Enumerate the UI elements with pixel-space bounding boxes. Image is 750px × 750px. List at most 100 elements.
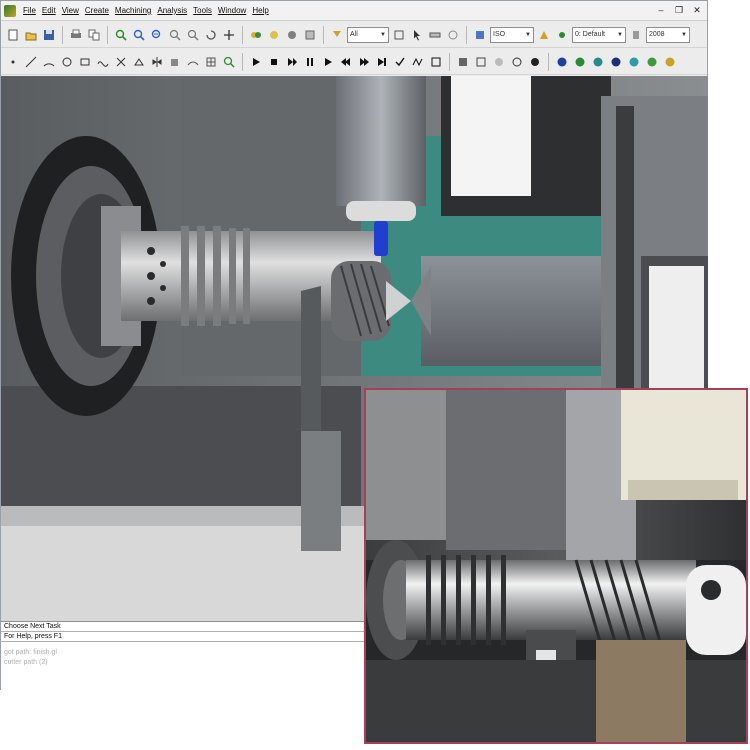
teal-sphere-icon[interactable]	[590, 54, 606, 70]
new-file-icon[interactable]	[5, 27, 21, 43]
navy-sphere-icon[interactable]	[608, 54, 624, 70]
wireframe-icon[interactable]	[266, 27, 282, 43]
close-button[interactable]: ✕	[691, 4, 703, 16]
post-icon[interactable]	[428, 54, 444, 70]
menu-machining[interactable]: Machining	[112, 6, 154, 15]
real-machine-photo-render	[366, 390, 746, 742]
wcs-icon[interactable]	[536, 27, 552, 43]
pause-icon[interactable]	[302, 54, 318, 70]
rectangle-icon[interactable]	[77, 54, 93, 70]
hidden-line-icon[interactable]	[473, 54, 489, 70]
circle-icon[interactable]	[59, 54, 75, 70]
end-icon[interactable]	[374, 54, 390, 70]
zoom-level-value: 2008	[649, 31, 665, 38]
chevron-down-icon: ▼	[617, 31, 623, 38]
menu-window[interactable]: Window	[215, 6, 249, 15]
print-icon[interactable]	[68, 27, 84, 43]
menu-edit[interactable]: Edit	[39, 6, 59, 15]
solid-icon[interactable]	[167, 54, 183, 70]
toolpath-icon[interactable]	[410, 54, 426, 70]
grid-icon[interactable]	[445, 27, 461, 43]
rewind-icon[interactable]	[338, 54, 354, 70]
save-icon[interactable]	[41, 27, 57, 43]
forward-icon[interactable]	[356, 54, 372, 70]
toolbar-divider	[107, 25, 108, 44]
menu-help[interactable]: Help	[249, 6, 271, 15]
layer-value: 0: Default	[575, 31, 605, 38]
offset-icon[interactable]	[131, 54, 147, 70]
measure-icon[interactable]	[427, 27, 443, 43]
menu-view[interactable]: View	[59, 6, 82, 15]
view-orient-icon[interactable]	[472, 27, 488, 43]
minimize-button[interactable]: –	[655, 4, 667, 16]
view-orientation-value: ISO	[493, 31, 506, 38]
line-icon[interactable]	[23, 54, 39, 70]
selection-filter-dropdown[interactable]: All ▼	[347, 26, 389, 43]
rotate-view-icon[interactable]	[203, 27, 219, 43]
zoom-out-icon[interactable]	[149, 27, 165, 43]
blue-sphere-icon[interactable]	[554, 54, 570, 70]
trim-icon[interactable]	[113, 54, 129, 70]
copy-icon[interactable]	[86, 27, 102, 43]
app-logo-icon	[4, 4, 16, 17]
menu-tools[interactable]: Tools	[190, 6, 215, 15]
step-icon[interactable]	[284, 54, 300, 70]
stop-icon[interactable]	[266, 54, 282, 70]
filter-icon[interactable]	[329, 27, 345, 43]
verify-icon[interactable]	[392, 54, 408, 70]
shade-mode-icon[interactable]	[248, 27, 264, 43]
pan-icon[interactable]	[221, 27, 237, 43]
tool-library-icon[interactable]	[628, 27, 644, 43]
zoom-window-icon[interactable]	[167, 27, 183, 43]
coord-icon[interactable]	[554, 27, 570, 43]
cyan-sphere-icon[interactable]	[626, 54, 642, 70]
toolbar-divider	[548, 52, 549, 71]
select-tool-icon[interactable]	[409, 27, 425, 43]
menu-bar: File Edit View Create Machining Analysis…	[1, 1, 707, 21]
view-orientation-dropdown[interactable]: ISO ▼	[490, 26, 534, 43]
toolbar-divider	[62, 25, 63, 44]
machined-part-photo	[364, 388, 748, 744]
lime-sphere-icon[interactable]	[644, 54, 660, 70]
translucent-icon[interactable]	[491, 54, 507, 70]
open-folder-icon[interactable]	[23, 27, 39, 43]
toolbar-divider	[323, 25, 324, 44]
main-toolbar: All ▼ ISO ▼ 0: Default ▼ 2008 ▼	[1, 22, 707, 48]
selection-filter-value: All	[350, 31, 358, 38]
toolbar-divider	[466, 25, 467, 44]
layer-dropdown[interactable]: 0: Default ▼	[572, 26, 626, 43]
menu-analysis[interactable]: Analysis	[154, 6, 190, 15]
mesh-icon[interactable]	[203, 54, 219, 70]
zoom-level-dropdown[interactable]: 2008 ▼	[646, 26, 690, 43]
play-icon[interactable]	[248, 54, 264, 70]
chevron-down-icon: ▼	[525, 31, 531, 38]
edges-icon[interactable]	[509, 54, 525, 70]
zoom-prev-icon[interactable]	[185, 27, 201, 43]
search-icon[interactable]	[221, 54, 237, 70]
toolbar-divider	[242, 52, 243, 71]
arc-icon[interactable]	[41, 54, 57, 70]
window-controls: – ❐ ✕	[655, 4, 703, 16]
mirror-icon[interactable]	[149, 54, 165, 70]
display-icon[interactable]	[284, 27, 300, 43]
machining-toolbar	[1, 49, 707, 75]
menu-create[interactable]: Create	[82, 6, 112, 15]
spline-icon[interactable]	[95, 54, 111, 70]
chevron-down-icon: ▼	[681, 31, 687, 38]
toolbar-divider	[242, 25, 243, 44]
chevron-down-icon: ▼	[380, 31, 386, 38]
zoom-fit-icon[interactable]	[113, 27, 129, 43]
zoom-in-icon[interactable]	[131, 27, 147, 43]
surface-icon[interactable]	[185, 54, 201, 70]
menu-file[interactable]: File	[20, 6, 39, 15]
simulate-icon[interactable]	[320, 54, 336, 70]
toolbar-divider	[449, 52, 450, 71]
stock-icon[interactable]	[527, 54, 543, 70]
snap-icon[interactable]	[391, 27, 407, 43]
gold-sphere-icon[interactable]	[662, 54, 678, 70]
green-sphere-icon[interactable]	[572, 54, 588, 70]
restore-button[interactable]: ❐	[673, 4, 685, 16]
layer-icon[interactable]	[302, 27, 318, 43]
point-icon[interactable]	[5, 54, 21, 70]
shaded-view-icon[interactable]	[455, 54, 471, 70]
